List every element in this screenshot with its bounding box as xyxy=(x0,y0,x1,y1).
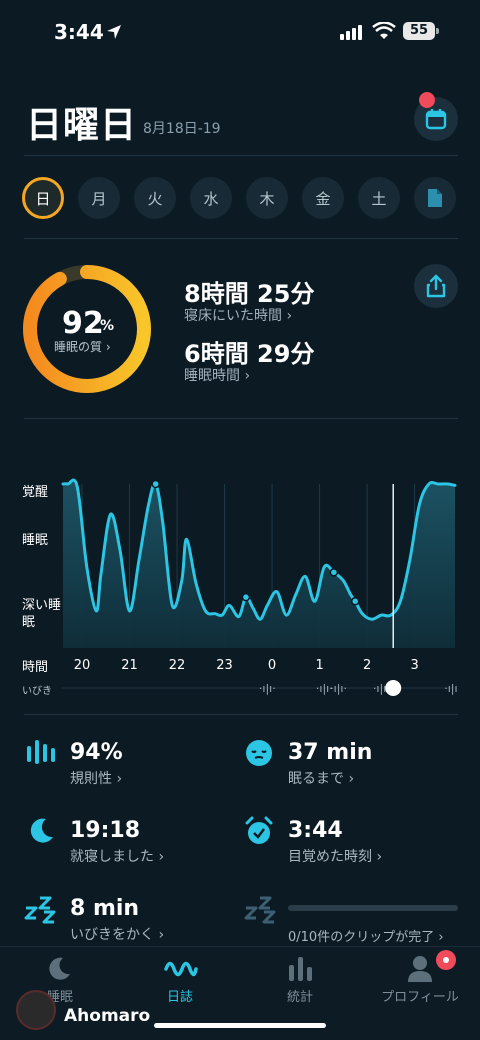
watermark-text: Ahomaro xyxy=(64,1006,151,1026)
day-wed[interactable]: 水 xyxy=(190,177,232,219)
clips-progress-bar xyxy=(288,905,458,911)
score-label[interactable]: 睡眠の質 › xyxy=(54,338,111,355)
x-tick-label: 23 xyxy=(216,658,233,673)
wifi-icon xyxy=(372,22,396,39)
score-unit: % xyxy=(100,318,115,334)
profile-badge xyxy=(436,950,456,970)
x-tick-label: 3 xyxy=(410,658,418,673)
wake-time-link[interactable]: 目覚めた時刻 › xyxy=(288,846,382,866)
snore-marker[interactable]: ·ı|ı· xyxy=(444,682,458,695)
snore-marker[interactable]: ·ı|ı· xyxy=(259,682,276,695)
divider xyxy=(24,418,458,419)
wake-time-value: 3:44 xyxy=(288,818,343,843)
clips-link[interactable]: 0/10件のクリップが完了 › xyxy=(288,926,444,945)
page-title: 日曜日 xyxy=(26,105,138,146)
divider xyxy=(24,714,458,715)
profile-tab-icon xyxy=(408,956,432,982)
divider xyxy=(24,238,458,239)
moon-tab-icon xyxy=(49,957,70,980)
document-icon xyxy=(428,189,442,207)
x-tick-label: 20 xyxy=(74,658,91,673)
sleepy-face-icon xyxy=(246,740,272,766)
day-fri[interactable]: 金 xyxy=(302,177,344,219)
day-thu[interactable]: 木 xyxy=(246,177,288,219)
location-arrow-icon xyxy=(107,25,121,39)
watermark-logo xyxy=(16,990,56,1030)
cellular-signal-icon xyxy=(340,24,364,40)
divider xyxy=(24,155,458,156)
y-label-deep-sleep: 深い睡眠 xyxy=(22,598,62,630)
regularity-value: 94% xyxy=(70,740,123,765)
tab-stats[interactable]: 統計 xyxy=(240,986,360,1005)
day-sun[interactable]: 日 xyxy=(22,177,64,219)
battery-indicator: 55 xyxy=(403,22,435,40)
tab-profile[interactable]: プロフィール xyxy=(360,986,480,1005)
y-label-sleep: 睡眠 xyxy=(22,533,49,548)
data-point xyxy=(241,592,251,602)
alarm-clock-icon xyxy=(245,816,273,844)
x-tick-label: 21 xyxy=(121,658,138,673)
x-tick-label: 0 xyxy=(268,658,276,673)
date-range: 8月18日-19 xyxy=(143,121,221,137)
snore-row-label: いびき xyxy=(22,686,52,697)
notification-dot xyxy=(419,92,435,108)
tab-diary[interactable]: 日誌 xyxy=(120,986,240,1005)
moon-icon xyxy=(30,818,53,843)
data-point xyxy=(329,568,339,577)
x-tick-label: 2 xyxy=(363,658,371,673)
fall-asleep-value: 37 min xyxy=(288,740,373,765)
x-axis-label: 時間 xyxy=(22,660,49,675)
time-in-bed-value: 8時間 25分 xyxy=(184,280,315,308)
day-mon[interactable]: 月 xyxy=(78,177,120,219)
scrubber-knob[interactable] xyxy=(385,680,402,696)
share-icon xyxy=(426,274,446,298)
x-tick-label: 1 xyxy=(315,658,323,673)
snoring-link[interactable]: いびきをかく › xyxy=(70,924,164,944)
day-tue[interactable]: 火 xyxy=(134,177,176,219)
data-point xyxy=(350,597,360,606)
fall-asleep-link[interactable]: 眠るまで › xyxy=(288,768,354,788)
y-label-awake: 覚醒 xyxy=(22,485,49,500)
snoring-value: 8 min xyxy=(70,896,140,921)
bedtime-link[interactable]: 就寝しました › xyxy=(70,846,164,866)
snore-marker[interactable]: ·ı|ı· xyxy=(330,682,347,695)
zzz-dim-icon xyxy=(244,896,276,924)
calendar-icon xyxy=(425,109,447,130)
day-sat[interactable]: 土 xyxy=(358,177,400,219)
regularity-bars-icon xyxy=(27,740,55,764)
wave-tab-icon xyxy=(164,961,198,977)
bedtime-value: 19:18 xyxy=(70,818,141,843)
x-tick-label: 22 xyxy=(169,658,186,673)
sleep-time-link[interactable]: 睡眠時間 › xyxy=(184,365,250,385)
sleep-time-value: 6時間 29分 xyxy=(184,340,315,368)
battery-tip xyxy=(436,28,439,34)
status-time: 3:44 xyxy=(54,20,104,44)
zzz-icon xyxy=(24,896,56,924)
data-point xyxy=(151,479,160,489)
sleep-stage-chart[interactable]: 202122230123 ·ı|ı··ı|ı··ı|ı··ı|ı··ı|ı· xyxy=(60,470,458,700)
home-indicator xyxy=(154,1023,326,1028)
report-button[interactable] xyxy=(414,177,456,219)
time-in-bed-link[interactable]: 寝床にいた時間 › xyxy=(184,305,292,325)
regularity-link[interactable]: 規則性 › xyxy=(70,768,122,788)
score-value: 92 xyxy=(62,306,104,341)
share-button[interactable] xyxy=(414,264,458,308)
stats-tab-icon xyxy=(289,957,312,981)
